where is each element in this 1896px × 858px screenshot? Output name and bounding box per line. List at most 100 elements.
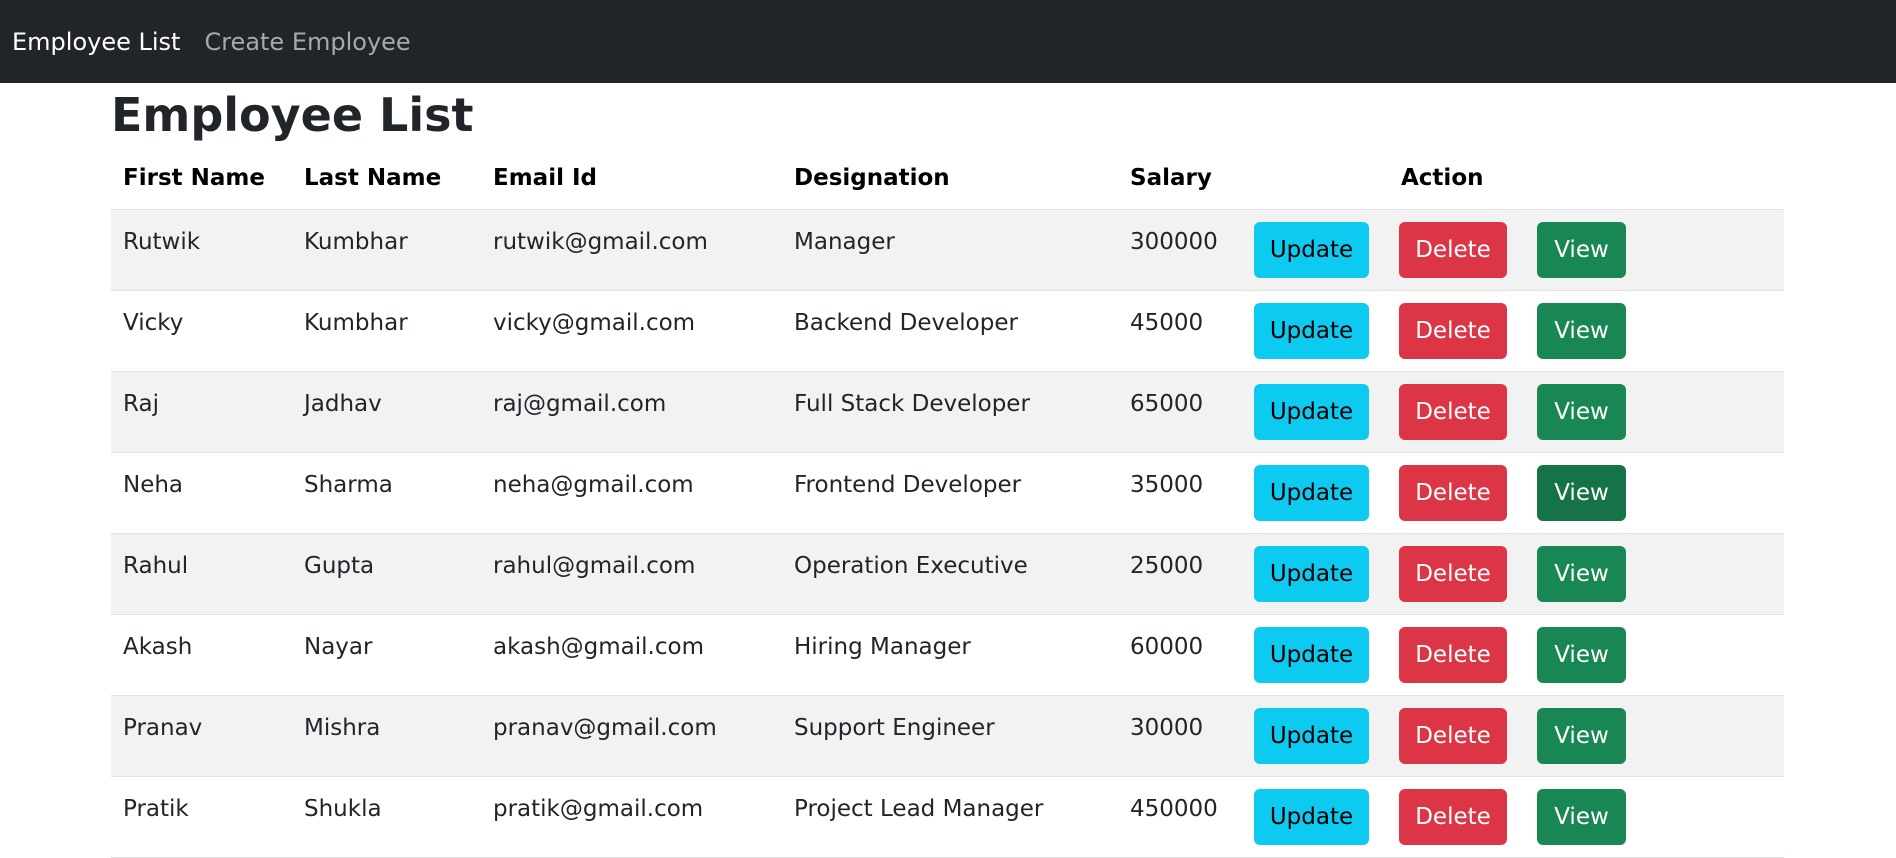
delete-button[interactable]: Delete [1399, 303, 1507, 359]
header-email: Email Id [481, 147, 782, 210]
cell-designation: Support Engineer [782, 695, 1118, 777]
salary-text: 30000 [1130, 715, 1204, 741]
first-name-text: Pranav [123, 715, 203, 741]
cell-first-name: Neha [111, 452, 292, 534]
email-text: vicky@gmail.com [493, 310, 696, 336]
nav-employee-list-link[interactable]: Employee List [12, 28, 180, 56]
update-button[interactable]: Update [1254, 627, 1369, 683]
email-text: neha@gmail.com [493, 472, 694, 498]
main-container: Employee List First Name Last Name Email… [111, 83, 1784, 858]
last-name-text: Jadhav [304, 391, 382, 417]
cell-first-name: Rutwik [111, 209, 292, 291]
update-button[interactable]: Update [1254, 789, 1369, 845]
last-name-text: Gupta [304, 553, 375, 579]
salary-text: 300000 [1130, 229, 1218, 255]
email-text: akash@gmail.com [493, 634, 704, 660]
view-button[interactable]: View [1537, 465, 1626, 521]
action-buttons: Update Delete View [1253, 291, 1784, 359]
salary-text: 60000 [1130, 634, 1204, 660]
cell-email: rahul@gmail.com [481, 533, 782, 615]
cell-email: rutwik@gmail.com [481, 209, 782, 291]
first-name-text: Rahul [123, 553, 189, 579]
cell-email: raj@gmail.com [481, 371, 782, 453]
cell-last-name: Sharma [292, 452, 481, 534]
first-name-text: Vicky [123, 310, 184, 336]
update-button[interactable]: Update [1254, 465, 1369, 521]
update-button[interactable]: Update [1254, 222, 1369, 278]
email-text: rahul@gmail.com [493, 553, 696, 579]
page-title: Employee List [111, 88, 474, 142]
last-name-text: Kumbhar [304, 229, 408, 255]
action-buttons: Update Delete View [1253, 615, 1784, 683]
table-row: Pratik Shukla pratik@gmail.com Project L… [111, 776, 1784, 858]
designation-text: Backend Developer [794, 310, 1018, 336]
delete-button[interactable]: Delete [1399, 465, 1507, 521]
delete-button[interactable]: Delete [1399, 708, 1507, 764]
last-name-text: Nayar [304, 634, 373, 660]
view-button[interactable]: View [1537, 627, 1626, 683]
top-navbar: Employee List Create Employee [0, 0, 1896, 83]
cell-action: Update Delete View [1253, 695, 1784, 777]
cell-salary: 65000 [1118, 371, 1253, 453]
salary-text: 65000 [1130, 391, 1204, 417]
designation-text: Hiring Manager [794, 634, 971, 660]
header-first-name: First Name [111, 147, 292, 210]
cell-salary: 30000 [1118, 695, 1253, 777]
cell-designation: Hiring Manager [782, 614, 1118, 696]
nav-create-employee-link[interactable]: Create Employee [204, 28, 410, 56]
header-salary: Salary [1118, 147, 1253, 210]
update-button[interactable]: Update [1254, 708, 1369, 764]
delete-button[interactable]: Delete [1399, 546, 1507, 602]
last-name-text: Sharma [304, 472, 393, 498]
designation-text: Operation Executive [794, 553, 1028, 579]
cell-salary: 25000 [1118, 533, 1253, 615]
cell-designation: Full Stack Developer [782, 371, 1118, 453]
cell-last-name: Jadhav [292, 371, 481, 453]
cell-first-name: Pratik [111, 776, 292, 858]
cell-designation: Frontend Developer [782, 452, 1118, 534]
designation-text: Project Lead Manager [794, 796, 1044, 822]
view-button[interactable]: View [1537, 789, 1626, 845]
view-button[interactable]: View [1537, 546, 1626, 602]
cell-last-name: Kumbhar [292, 290, 481, 372]
cell-first-name: Rahul [111, 533, 292, 615]
action-buttons: Update Delete View [1253, 453, 1784, 521]
view-button[interactable]: View [1537, 708, 1626, 764]
view-button[interactable]: View [1537, 303, 1626, 359]
delete-button[interactable]: Delete [1399, 222, 1507, 278]
action-buttons: Update Delete View [1253, 777, 1784, 845]
last-name-text: Shukla [304, 796, 382, 822]
cell-last-name: Kumbhar [292, 209, 481, 291]
cell-salary: 35000 [1118, 452, 1253, 534]
email-text: raj@gmail.com [493, 391, 667, 417]
cell-last-name: Nayar [292, 614, 481, 696]
cell-email: pranav@gmail.com [481, 695, 782, 777]
view-button[interactable]: View [1537, 384, 1626, 440]
cell-first-name: Pranav [111, 695, 292, 777]
delete-button[interactable]: Delete [1399, 384, 1507, 440]
employee-table: First Name Last Name Email Id Designatio… [111, 147, 1784, 858]
delete-button[interactable]: Delete [1399, 627, 1507, 683]
cell-action: Update Delete View [1253, 209, 1784, 291]
cell-email: pratik@gmail.com [481, 776, 782, 858]
table-header-row: First Name Last Name Email Id Designatio… [111, 147, 1784, 210]
update-button[interactable]: Update [1254, 546, 1369, 602]
view-button[interactable]: View [1537, 222, 1626, 278]
cell-action: Update Delete View [1253, 290, 1784, 372]
header-action: Action [1253, 147, 1784, 210]
cell-action: Update Delete View [1253, 533, 1784, 615]
cell-salary: 300000 [1118, 209, 1253, 291]
cell-salary: 45000 [1118, 290, 1253, 372]
table-row: Rutwik Kumbhar rutwik@gmail.com Manager … [111, 209, 1784, 291]
update-button[interactable]: Update [1254, 384, 1369, 440]
table-row: Raj Jadhav raj@gmail.com Full Stack Deve… [111, 371, 1784, 453]
cell-email: vicky@gmail.com [481, 290, 782, 372]
salary-text: 450000 [1130, 796, 1218, 822]
table-body: Rutwik Kumbhar rutwik@gmail.com Manager … [111, 209, 1784, 858]
delete-button[interactable]: Delete [1399, 789, 1507, 845]
table-row: Vicky Kumbhar vicky@gmail.com Backend De… [111, 290, 1784, 372]
action-buttons: Update Delete View [1253, 210, 1784, 278]
update-button[interactable]: Update [1254, 303, 1369, 359]
cell-action: Update Delete View [1253, 776, 1784, 858]
cell-designation: Backend Developer [782, 290, 1118, 372]
